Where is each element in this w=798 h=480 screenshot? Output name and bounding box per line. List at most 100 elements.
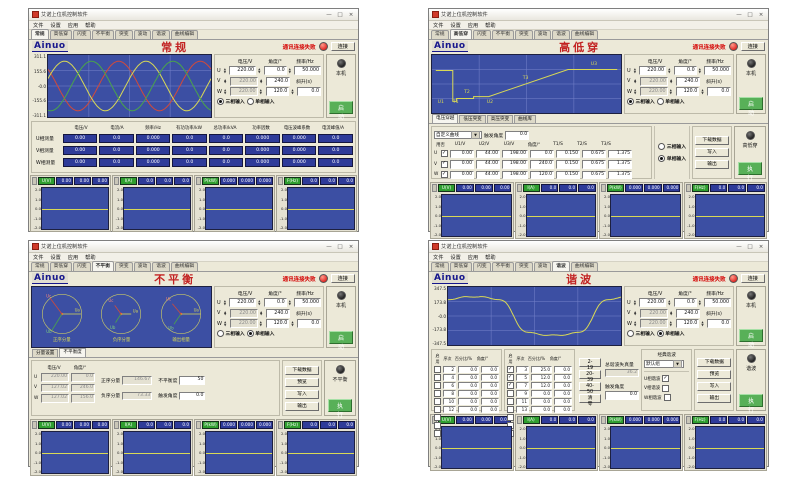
sub-tab[interactable]: 低压突变	[459, 115, 485, 123]
harmonic-checkbox[interactable]	[507, 382, 514, 389]
mini-spinner[interactable]	[686, 184, 691, 192]
angle-input[interactable]: 120.0	[266, 319, 290, 328]
mini-spinner[interactable]	[278, 421, 283, 429]
spinner[interactable]: ▲▼	[670, 321, 674, 326]
harmonic-checkbox[interactable]	[507, 406, 514, 413]
percent-value[interactable]: 25.0	[531, 366, 552, 373]
spinner[interactable]: ▲▼	[670, 79, 674, 84]
u2-value[interactable]: 44.00	[476, 171, 500, 180]
percent-value[interactable]: 0.0	[458, 374, 479, 381]
percent-value[interactable]: 12.0	[531, 382, 552, 389]
angle-value[interactable]: 0.0	[554, 382, 572, 389]
phase-harmonic-option[interactable]: U相谐波	[644, 375, 689, 382]
harmonic-checkbox[interactable]	[507, 390, 514, 397]
t1-value[interactable]: 0.150	[556, 160, 580, 169]
spinner[interactable]: ▲▼	[670, 89, 674, 94]
sub-tab[interactable]: 电压穿越	[432, 114, 458, 123]
phase-harmonic-checkbox[interactable]	[662, 385, 669, 392]
menu-item[interactable]: 帮助	[85, 22, 95, 29]
mini-spinner[interactable]	[114, 177, 119, 185]
harmonic-checkbox[interactable]	[434, 366, 441, 373]
spinner[interactable]: ▲▼	[291, 89, 295, 94]
u3-value[interactable]: 198.00	[502, 150, 528, 159]
angle-input[interactable]: 120.0	[676, 319, 700, 328]
action-button[interactable]: 下载数据	[697, 358, 731, 367]
action-button[interactable]: 下载数据	[285, 366, 319, 375]
menu-item[interactable]: 文件	[33, 254, 43, 261]
percent-value[interactable]: 0.0	[531, 398, 552, 405]
start-button[interactable]: 启动	[329, 331, 353, 344]
menu-item[interactable]: 帮助	[485, 254, 495, 261]
spinner[interactable]: ▲▼	[634, 300, 638, 305]
voltage-input[interactable]: 220.00	[229, 66, 256, 75]
harmonic-checkbox[interactable]	[507, 366, 514, 373]
angle-value[interactable]: 0.0	[481, 366, 499, 373]
angle-value[interactable]: 0.0	[554, 366, 572, 373]
sub-tab[interactable]: 分量设置	[32, 349, 58, 357]
mode-tab[interactable]: 不平衡	[92, 261, 114, 271]
percent-value[interactable]: 0.0	[458, 398, 479, 405]
mini-spinner[interactable]	[196, 421, 201, 429]
unbalance-input[interactable]: 50	[179, 376, 205, 385]
u2-value[interactable]: 44.00	[476, 160, 500, 169]
trigger-angle-input[interactable]: 0.0	[605, 391, 639, 400]
t3-value[interactable]: 1.375	[608, 160, 632, 169]
t2-value[interactable]: 0.675	[582, 150, 606, 159]
angle-value[interactable]: 120.0	[530, 171, 554, 180]
ramp-input[interactable]: 0.0	[297, 319, 321, 328]
spinner[interactable]: ▲▼	[668, 300, 672, 305]
radio-three-phase[interactable]: 三相输入	[217, 330, 245, 337]
mini-spinner[interactable]	[32, 421, 37, 429]
maximize-button[interactable]: □	[746, 12, 754, 18]
t1-value[interactable]: 0.150	[556, 171, 580, 180]
radio-single-phase[interactable]: 单相输入	[658, 155, 686, 162]
mode-tab[interactable]: 常规	[31, 262, 49, 271]
spinner[interactable]: ▲▼	[634, 89, 638, 94]
exec-button[interactable]: 执行	[738, 162, 762, 175]
spinner[interactable]: ▲▼	[670, 311, 674, 316]
u1-value[interactable]: 0.00	[450, 150, 474, 159]
trigger-angle-input[interactable]: 0.0	[179, 392, 205, 401]
classic-group-dropdown[interactable]: 默认组▼	[644, 360, 684, 368]
menu-item[interactable]: 帮助	[485, 22, 495, 29]
radio-three-phase[interactable]: 三相输入	[217, 98, 245, 105]
minimize-button[interactable]: —	[325, 244, 333, 250]
spinner[interactable]: ▲▼	[634, 311, 638, 316]
spinner[interactable]: ▲▼	[291, 321, 295, 326]
radio-single-phase[interactable]: 单相输入	[247, 98, 275, 105]
action-button[interactable]: 预览	[285, 378, 319, 387]
harmonic-checkbox[interactable]	[434, 422, 441, 429]
harmonic-checkbox[interactable]	[434, 398, 441, 405]
u1-value[interactable]: 0.00	[450, 160, 474, 169]
percent-value[interactable]: 0.0	[458, 382, 479, 389]
u3-value[interactable]: 198.00	[502, 171, 528, 180]
range-button[interactable]: 2-19	[579, 358, 601, 367]
ramp-input[interactable]: 0.0	[707, 87, 731, 96]
phase-harmonic-checkbox[interactable]	[662, 375, 669, 382]
spinner[interactable]: ▲▼	[260, 89, 264, 94]
close-button[interactable]: ×	[347, 244, 355, 250]
angle-input[interactable]: 120.0	[266, 87, 290, 96]
harmonic-checkbox[interactable]	[507, 414, 514, 421]
enable-checkbox[interactable]	[441, 150, 448, 157]
maximize-button[interactable]: □	[746, 244, 754, 250]
menu-item[interactable]: 设置	[450, 254, 460, 261]
menu-item[interactable]: 应用	[68, 254, 78, 261]
spinner[interactable]: ▲▼	[634, 321, 638, 326]
voltage-input[interactable]: 220.00	[639, 66, 666, 75]
angle-input[interactable]: 240.0	[266, 309, 290, 318]
angle-input[interactable]: 120.0	[676, 87, 700, 96]
spinner[interactable]: ▲▼	[260, 311, 264, 316]
mode-tab[interactable]: 常规	[431, 30, 449, 39]
mode-tab[interactable]: 谐波	[552, 261, 570, 271]
spinner[interactable]: ▲▼	[260, 79, 264, 84]
minimize-button[interactable]: —	[325, 12, 333, 18]
mini-spinner[interactable]	[601, 184, 606, 192]
close-button[interactable]: ×	[347, 12, 355, 18]
action-button[interactable]: 写入	[285, 390, 319, 399]
action-button[interactable]: 写入	[697, 382, 731, 391]
radio-single-phase[interactable]: 单相输入	[657, 330, 685, 337]
angle-input[interactable]: 0.0	[264, 66, 287, 75]
menu-item[interactable]: 设置	[50, 22, 60, 29]
mode-tab[interactable]: 高低穿	[450, 262, 472, 271]
